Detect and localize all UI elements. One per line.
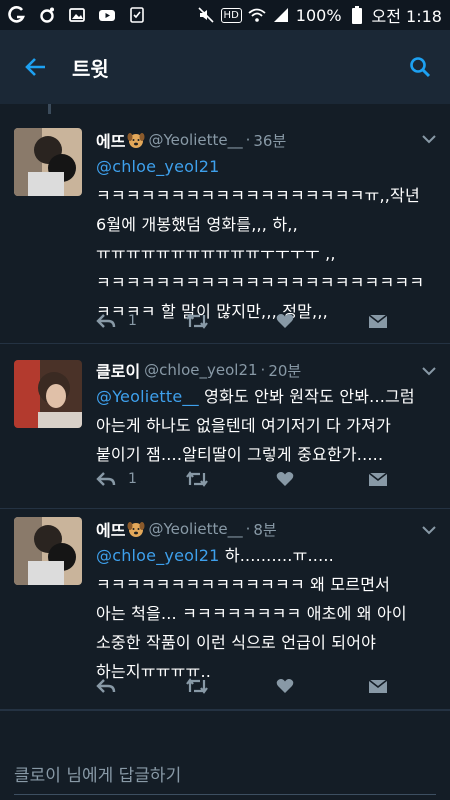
tweet-line: 아는게 하나도 없을텐데 여기저기 다 가져가 bbox=[96, 416, 391, 435]
mail-icon bbox=[368, 472, 388, 486]
app-bar: 트윗 bbox=[0, 30, 450, 104]
author-handle[interactable]: @chloe_yeol21 bbox=[144, 361, 257, 379]
tweet-line: ㅠㅠㅠㅠㅠㅠㅠㅠㅠㅠㅠㅜㅜㅜㅜ ,, bbox=[96, 244, 336, 263]
heart-icon bbox=[276, 472, 294, 486]
author-name[interactable]: 에뜨 bbox=[96, 128, 125, 152]
tweet-time: 36분 bbox=[253, 131, 287, 150]
thread-connector bbox=[48, 104, 51, 114]
reply-input[interactable]: 클로이 님에게 답글하기 bbox=[14, 755, 436, 795]
tweet-actions: 1 bbox=[96, 310, 396, 332]
battery-percent: 100% bbox=[295, 5, 342, 25]
tweet-line: 아는 척을... ㅋㅋㅋㅋㅋㅋㅋㅋ 애초에 왜 아이 bbox=[96, 604, 407, 623]
tweet-header: 에뜨 @Yeoliette__ · 36분 bbox=[96, 128, 286, 152]
tweet-text: @Yeoliette__ 영화도 안봐 원작도 안봐...그럼 아는게 하나도 … bbox=[96, 382, 436, 469]
like-button[interactable] bbox=[276, 471, 368, 487]
heart-icon bbox=[276, 314, 294, 328]
tweet-card[interactable]: 에뜨 @Yeoliette__ · 36분 @chloe_yeol21 ㅋㅋㅋㅋ… bbox=[0, 114, 450, 344]
separator-dot: · bbox=[260, 361, 266, 379]
status-bar: HD 100% 오전 1:18 bbox=[0, 0, 450, 30]
mute-icon bbox=[197, 6, 215, 24]
reply-button[interactable] bbox=[96, 678, 186, 694]
dog-face-emoji bbox=[127, 133, 145, 148]
reply-icon bbox=[96, 679, 116, 693]
tweet-line: 하..........ㅠ..... bbox=[219, 546, 334, 565]
tweet-header: 클로이 @chloe_yeol21 · 20분 bbox=[96, 358, 301, 382]
search-button[interactable] bbox=[390, 30, 450, 104]
chevron-down-icon[interactable] bbox=[422, 366, 436, 376]
tweet-text: @chloe_yeol21 ㅋㅋㅋㅋㅋㅋㅋㅋㅋㅋㅋㅋㅋㅋㅋㅋㅋㅋㅠ,,작년 6월… bbox=[96, 152, 436, 326]
mention-link[interactable]: @chloe_yeol21 bbox=[96, 157, 220, 176]
tweet-card[interactable]: 에뜨 @Yeoliette__ · 8분 @chloe_yeol21 하....… bbox=[0, 509, 450, 710]
arrow-left-icon bbox=[25, 58, 45, 76]
search-icon bbox=[410, 57, 431, 78]
direct-message-button[interactable] bbox=[368, 678, 388, 694]
reply-button[interactable]: 1 bbox=[96, 471, 186, 487]
retweet-button[interactable] bbox=[186, 313, 276, 329]
separator-dot: · bbox=[245, 520, 251, 538]
separator-dot: · bbox=[245, 131, 251, 149]
heart-icon bbox=[276, 679, 294, 693]
tweet-line: ㅋㅋㅋㅋㅋㅋㅋㅋㅋㅋㅋㅋㅋㅋㅋㅋㅋㅋㅋㅋㅋㅋ bbox=[96, 273, 425, 292]
g-icon bbox=[8, 6, 26, 24]
reply-count: 1 bbox=[128, 313, 137, 329]
direct-message-button[interactable] bbox=[368, 471, 388, 487]
mention-link[interactable]: @chloe_yeol21 bbox=[96, 546, 220, 565]
tweet-card[interactable]: 클로이 @chloe_yeol21 · 20분 @Yeoliette__ 영화도… bbox=[0, 344, 450, 509]
tweet-line: 영화도 안봐 원작도 안봐...그럼 bbox=[198, 387, 415, 406]
avatar[interactable] bbox=[14, 517, 82, 585]
author-name[interactable]: 클로이 bbox=[96, 358, 140, 382]
direct-message-button[interactable] bbox=[368, 313, 388, 329]
dog-face-emoji bbox=[127, 522, 145, 537]
page-title: 트윗 bbox=[72, 56, 109, 81]
reply-button[interactable]: 1 bbox=[96, 313, 186, 329]
like-button[interactable] bbox=[276, 678, 368, 694]
tweet-line: 붙이기 잼....알티딸이 그렇게 중요한가..... bbox=[96, 445, 384, 464]
mail-icon bbox=[368, 314, 388, 328]
youtube-icon bbox=[98, 6, 116, 24]
chevron-down-icon[interactable] bbox=[422, 134, 436, 144]
tweet-time: 20분 bbox=[268, 361, 302, 380]
checklist-icon bbox=[128, 6, 146, 24]
avatar[interactable] bbox=[14, 128, 82, 196]
mention-link[interactable]: @Yeoliette__ bbox=[96, 387, 199, 406]
reply-icon bbox=[96, 314, 116, 328]
like-button[interactable] bbox=[276, 313, 368, 329]
retweet-icon bbox=[186, 471, 208, 487]
wifi-icon bbox=[248, 6, 266, 24]
gallery-icon bbox=[68, 6, 86, 24]
tweet-time: 8분 bbox=[253, 520, 277, 539]
reply-count: 1 bbox=[128, 471, 137, 487]
tweet-line: ㅋㅋㅋㅋㅋㅋㅋㅋㅋㅋㅋㅋㅋㅋㅋㅋㅋㅋㅠ,,작년 bbox=[96, 186, 420, 205]
reply-icon bbox=[96, 472, 116, 486]
retweet-button[interactable] bbox=[186, 678, 276, 694]
hd-badge: HD bbox=[220, 7, 242, 23]
retweet-button[interactable] bbox=[186, 471, 276, 487]
signal-icon bbox=[272, 6, 290, 24]
avatar[interactable] bbox=[14, 360, 82, 428]
back-button[interactable] bbox=[0, 30, 72, 104]
tweet-line: 6월에 개봉했덤 영화를,,, 하,, bbox=[96, 215, 298, 234]
reply-compose-bar: 클로이 님에게 답글하기 bbox=[0, 710, 450, 800]
tweet-text: @chloe_yeol21 하..........ㅠ..... ㅋㅋㅋㅋㅋㅋㅋㅋ… bbox=[96, 541, 436, 686]
clock: 오전 1:18 bbox=[371, 7, 442, 26]
tweet-actions: 1 bbox=[96, 468, 396, 490]
tweet-actions bbox=[96, 675, 396, 697]
chevron-down-icon[interactable] bbox=[422, 525, 436, 535]
battery-icon bbox=[348, 6, 366, 24]
mail-icon bbox=[368, 679, 388, 693]
tweet-line: ㅋㅋㅋㅋㅋㅋㅋㅋㅋㅋㅋㅋㅋㅋ 왜 모르면서 bbox=[96, 575, 391, 594]
author-name[interactable]: 에뜨 bbox=[96, 517, 125, 541]
tweet-line: 소중한 작품이 이런 식으로 언급이 되어야 bbox=[96, 633, 377, 652]
author-handle[interactable]: @Yeoliette__ bbox=[148, 131, 242, 149]
tweet-header: 에뜨 @Yeoliette__ · 8분 bbox=[96, 517, 277, 541]
circle-app-icon bbox=[38, 6, 56, 24]
author-handle[interactable]: @Yeoliette__ bbox=[148, 520, 242, 538]
retweet-icon bbox=[186, 678, 208, 694]
retweet-icon bbox=[186, 313, 208, 329]
